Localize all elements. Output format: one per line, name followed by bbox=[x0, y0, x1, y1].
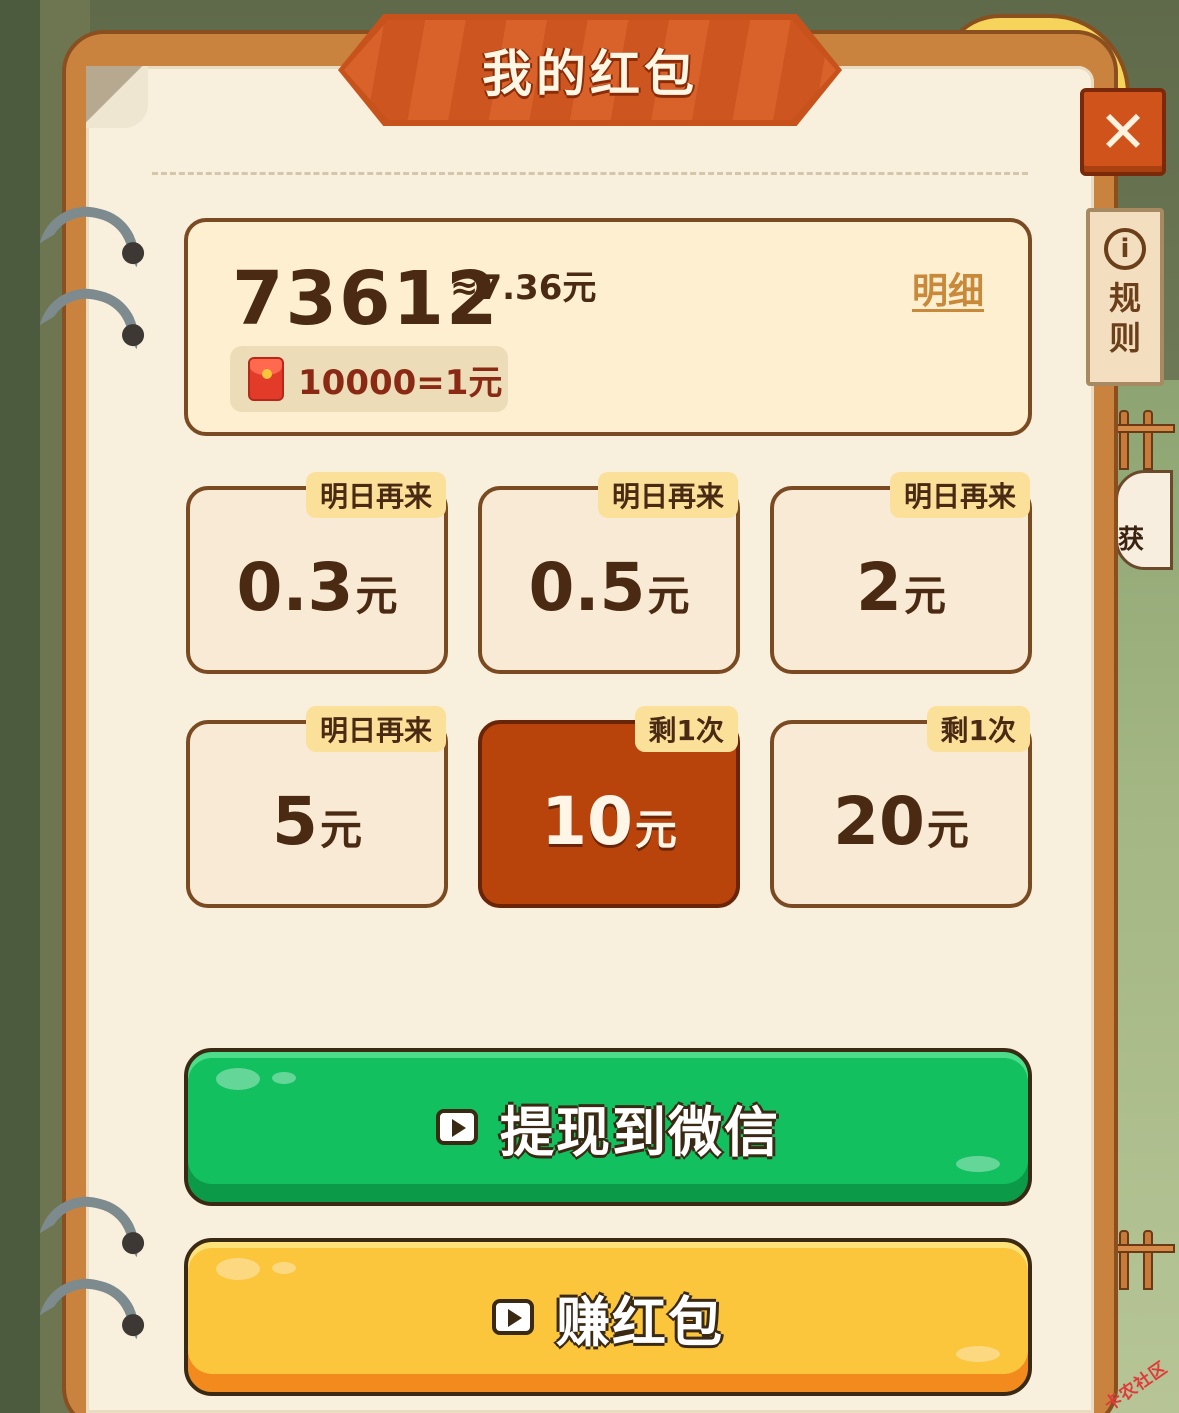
cash-equivalent: ≈7.36元 bbox=[450, 268, 597, 308]
title-banner: 我的红包 bbox=[344, 20, 836, 120]
option-unit: 元 bbox=[634, 804, 677, 854]
details-link[interactable]: 明细 bbox=[912, 262, 984, 314]
option-status-tag: 剩1次 bbox=[634, 706, 738, 752]
option-amount: 0.3 bbox=[236, 548, 354, 626]
option-amount: 2 bbox=[856, 548, 902, 626]
video-icon bbox=[492, 1299, 534, 1335]
close-button[interactable]: ✕ bbox=[1080, 88, 1166, 176]
speech-bubble: 获 bbox=[1115, 470, 1173, 570]
option-amount: 20 bbox=[833, 782, 925, 860]
option-status-tag: 明日再来 bbox=[597, 472, 738, 518]
option-status-tag: 明日再来 bbox=[305, 472, 446, 518]
option-unit: 元 bbox=[903, 570, 946, 620]
option-unit: 元 bbox=[926, 804, 969, 854]
dashed-divider bbox=[152, 172, 1028, 175]
page-curl bbox=[86, 66, 148, 128]
option-status-tag: 剩1次 bbox=[926, 706, 1030, 752]
withdraw-option-2[interactable]: 明日再来 2 元 bbox=[770, 472, 1032, 674]
withdraw-to-wechat-button[interactable]: 提现到微信 bbox=[184, 1048, 1032, 1206]
red-envelope-icon bbox=[248, 357, 284, 401]
option-unit: 元 bbox=[355, 570, 398, 620]
rules-button[interactable]: i 规则 bbox=[1086, 208, 1164, 386]
withdraw-option-10[interactable]: 剩1次 10 元 bbox=[478, 706, 740, 908]
fence-decoration bbox=[1113, 400, 1175, 470]
info-icon: i bbox=[1104, 228, 1146, 270]
withdraw-button-label: 提现到微信 bbox=[500, 1100, 780, 1164]
option-unit: 元 bbox=[647, 570, 690, 620]
page-title: 我的红包 bbox=[482, 45, 698, 103]
earn-red-packet-button[interactable]: 赚红包 bbox=[184, 1238, 1032, 1396]
option-amount: 5 bbox=[272, 782, 318, 860]
option-amount: 0.5 bbox=[528, 548, 646, 626]
withdraw-option-0-3[interactable]: 明日再来 0.3 元 bbox=[186, 472, 448, 674]
balance-card: 73612 ≈7.36元 明细 10000=1元 bbox=[184, 218, 1032, 436]
option-status-tag: 明日再来 bbox=[889, 472, 1030, 518]
option-unit: 元 bbox=[319, 804, 362, 854]
close-icon: ✕ bbox=[1098, 98, 1148, 166]
earn-button-label: 赚红包 bbox=[556, 1290, 724, 1354]
video-icon bbox=[436, 1109, 478, 1145]
withdraw-option-20[interactable]: 剩1次 20 元 bbox=[770, 706, 1032, 908]
exchange-rate: 10000=1元 bbox=[298, 362, 503, 403]
option-amount: 10 bbox=[541, 782, 633, 860]
withdraw-option-0-5[interactable]: 明日再来 0.5 元 bbox=[478, 472, 740, 674]
rules-label: 规则 bbox=[1108, 279, 1141, 357]
fence-decoration bbox=[1113, 1220, 1175, 1290]
option-status-tag: 明日再来 bbox=[305, 706, 446, 752]
withdraw-option-5[interactable]: 明日再来 5 元 bbox=[186, 706, 448, 908]
exchange-rate-badge: 10000=1元 bbox=[230, 346, 508, 412]
